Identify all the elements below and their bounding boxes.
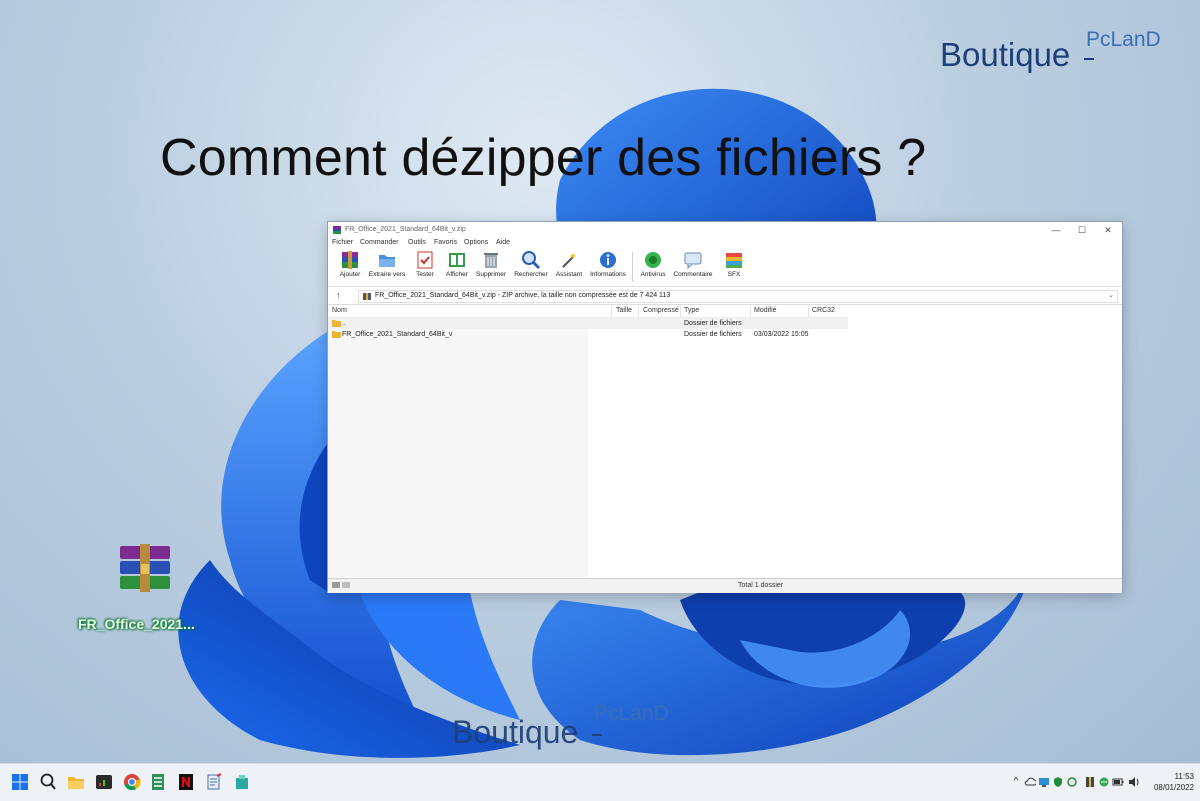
windows-start-icon[interactable]	[10, 772, 30, 792]
volume-icon[interactable]	[1128, 776, 1140, 788]
toolbar-delete-button[interactable]: Supprimer	[470, 250, 512, 284]
winrar-window: FR_Office_2021_Standard_64Bit_v.zip — ☐ …	[328, 222, 1122, 593]
brand-mark	[1084, 58, 1094, 60]
chevron-up-icon[interactable]: ^	[1010, 776, 1022, 788]
comment-icon	[684, 252, 702, 270]
table-row[interactable]: FR_Office_2021_Standard_64Bit_v Dossier …	[328, 329, 848, 340]
maximize-button[interactable]: ☐	[1072, 224, 1092, 236]
status-text: Total 1 dossier	[738, 582, 784, 589]
sync-icon[interactable]	[1066, 776, 1078, 788]
archive-path-field[interactable]: FR_Office_2021_Standard_64Bit_v.zip - ZI…	[358, 290, 1118, 303]
archive-path-text: FR_Office_2021_Standard_64Bit_v.zip - ZI…	[375, 292, 671, 299]
row-name: ..	[342, 320, 346, 327]
desktop-icon-label: FR_Office_2021...	[78, 616, 195, 632]
menu-commander[interactable]: Commander	[360, 239, 399, 246]
battery-icon[interactable]	[1112, 776, 1124, 788]
toolbar: Ajouter Extraire vers Tester Afficher Su…	[328, 248, 1122, 287]
column-separator	[750, 306, 751, 317]
extract-to-icon	[379, 255, 395, 267]
page-headline: Comment dézipper des fichiers ?	[160, 129, 927, 187]
toolbar-sfx-button[interactable]: SFX	[713, 250, 755, 284]
winrar-app-icon	[333, 226, 341, 234]
column-separator	[611, 306, 612, 317]
search-icon[interactable]	[38, 772, 58, 792]
drive-icon[interactable]	[332, 582, 340, 588]
file-list-header: Nom Taille Compressé Type Modifié CRC32	[328, 306, 848, 318]
sfx-icon	[726, 253, 742, 268]
column-crc[interactable]: CRC32	[812, 307, 835, 314]
brand-mark	[592, 734, 602, 736]
menu-options[interactable]: Options	[464, 239, 488, 246]
minimize-button[interactable]: —	[1046, 224, 1066, 236]
up-folder-button[interactable]: ↑	[336, 290, 341, 300]
column-separator	[808, 306, 809, 317]
app-icon[interactable]	[232, 772, 252, 792]
find-icon	[522, 251, 541, 270]
toolbar-antivirus-button[interactable]: Antivirus	[632, 250, 674, 284]
window-title: FR_Office_2021_Standard_64Bit_v.zip	[345, 226, 466, 233]
folder-icon	[332, 320, 341, 327]
column-type[interactable]: Type	[684, 307, 699, 314]
cloud-icon[interactable]	[1024, 776, 1036, 788]
antivirus-icon	[645, 252, 661, 268]
row-type: Dossier de fichiers	[684, 320, 742, 327]
row-type: Dossier de fichiers	[684, 331, 742, 338]
folder-icon	[332, 331, 341, 338]
menu-fichier[interactable]: Fichier	[332, 239, 353, 246]
taskbar-clock[interactable]: 11:53 08/01/2022	[1146, 771, 1194, 793]
file-explorer-icon[interactable]	[66, 772, 86, 792]
toolbar-wizard-button[interactable]: Assistant	[548, 250, 590, 284]
row-modified: 03/03/2022 15:05	[754, 331, 809, 338]
column-packed[interactable]: Compressé	[643, 307, 679, 314]
menu-aide[interactable]: Aide	[496, 239, 510, 246]
lock-icon[interactable]	[342, 582, 350, 588]
network-icon[interactable]	[1098, 776, 1110, 788]
window-titlebar[interactable]: FR_Office_2021_Standard_64Bit_v.zip — ☐ …	[328, 222, 1122, 238]
brand-superscript: PcLanD	[1086, 28, 1161, 51]
taskbar: ^ 11:53 08/01/2022	[0, 763, 1200, 801]
test-icon	[417, 251, 433, 269]
terminal-icon[interactable]	[94, 772, 114, 792]
table-row[interactable]: .. Dossier de fichiers	[328, 318, 848, 329]
toolbar-add-button[interactable]: Ajouter	[329, 250, 371, 284]
toolbar-find-button[interactable]: Rechercher	[510, 250, 552, 284]
brand-superscript: PcLanD	[594, 702, 669, 725]
row-name: FR_Office_2021_Standard_64Bit_v	[342, 331, 453, 338]
brand-name: Boutique	[940, 36, 1071, 73]
info-icon	[600, 252, 616, 268]
close-button[interactable]: ✕	[1098, 224, 1118, 236]
winrar-archive-icon	[120, 544, 170, 592]
zip-file-icon	[363, 293, 371, 300]
toolbar-info-button[interactable]: Informations	[587, 250, 629, 284]
chrome-icon[interactable]	[122, 772, 142, 792]
file-list: .. Dossier de fichiers FR_Office_2021_St…	[328, 318, 1122, 577]
status-bar: Total 1 dossier	[328, 578, 1122, 593]
rar-icon[interactable]	[1084, 776, 1096, 788]
menu-outils[interactable]: Outils	[408, 239, 426, 246]
add-archive-icon	[342, 251, 358, 269]
path-dropdown-icon[interactable]: ⌄	[1108, 291, 1114, 299]
notepad-icon[interactable]	[204, 772, 224, 792]
toolbar-extract-button[interactable]: Extraire vers	[366, 250, 408, 284]
menu-bar: Fichier Commander Outils Favoris Options…	[328, 238, 1122, 248]
netflix-icon[interactable]	[176, 772, 196, 792]
column-size[interactable]: Taille	[616, 307, 632, 314]
delete-icon	[484, 253, 498, 268]
clock-time: 11:53	[1174, 772, 1194, 781]
shield-icon[interactable]	[1052, 776, 1064, 788]
clock-date: 08/01/2022	[1153, 783, 1194, 792]
column-name[interactable]: Nom	[332, 307, 347, 314]
menu-favoris[interactable]: Favoris	[434, 239, 457, 246]
address-bar: ↑ FR_Office_2021_Standard_64Bit_v.zip - …	[328, 288, 1122, 305]
toolbar-comment-button[interactable]: Commentaire	[672, 250, 714, 284]
winrar-icon[interactable]	[148, 772, 168, 792]
column-separator	[638, 306, 639, 317]
column-separator	[680, 306, 681, 317]
brand-name: Boutique	[452, 714, 579, 750]
column-modified[interactable]: Modifié	[754, 307, 777, 314]
monitor-icon[interactable]	[1038, 776, 1050, 788]
desktop-archive-shortcut[interactable]: FR_Office_2021...	[74, 540, 224, 640]
view-icon	[449, 253, 465, 267]
wizard-icon	[562, 253, 576, 268]
